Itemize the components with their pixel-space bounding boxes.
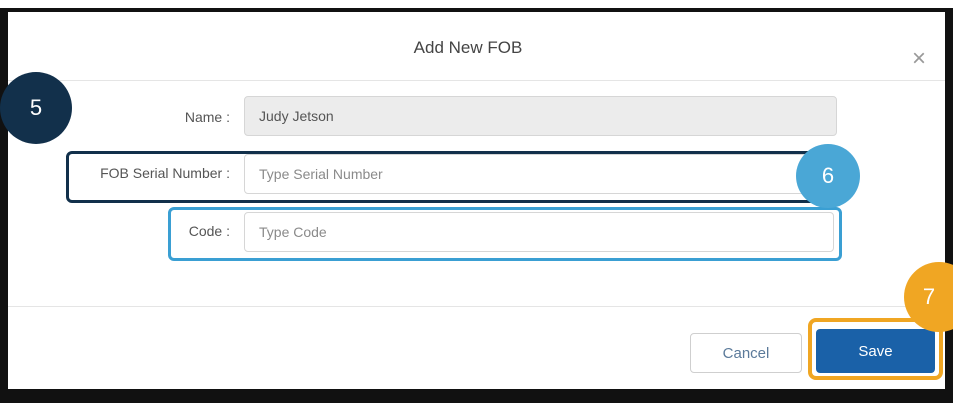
frame-border-top — [0, 8, 953, 12]
frame-border-bottom — [0, 389, 953, 403]
add-fob-dialog: Add New FOB × Name : FOB Serial Number :… — [8, 18, 945, 389]
step-6-badge: 6 — [796, 144, 860, 208]
dialog-title: Add New FOB — [413, 38, 523, 57]
dialog-footer-divider — [8, 306, 945, 307]
name-label: Name : — [184, 109, 230, 125]
callout-frame-step-6 — [168, 207, 842, 261]
save-button[interactable]: Save — [816, 329, 935, 373]
cancel-button[interactable]: Cancel — [690, 333, 802, 373]
callout-frame-step-5 — [66, 151, 842, 203]
frame-border-right — [945, 8, 953, 403]
frame-border-left — [0, 8, 8, 403]
close-icon[interactable]: × — [908, 47, 930, 71]
dialog-header: Add New FOB × — [8, 18, 945, 81]
name-field[interactable] — [244, 96, 837, 136]
step-5-badge: 5 — [0, 72, 72, 144]
